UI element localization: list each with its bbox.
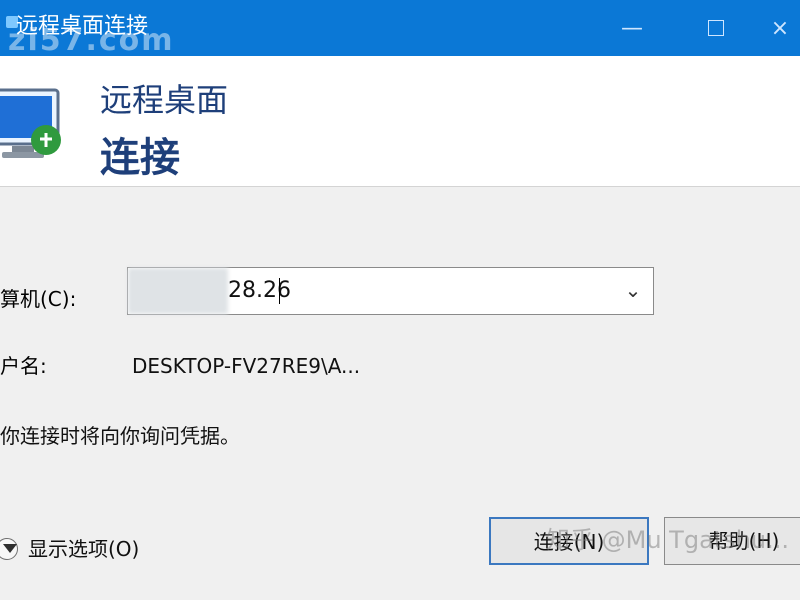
form-area: 算机(C): 28.26 ⌄ 户名: DESKTOP-FV27RE9\A... …: [0, 188, 800, 600]
username-label: 户名:: [0, 354, 47, 378]
minimize-button[interactable]: —: [590, 0, 674, 56]
text-caret: [279, 278, 280, 304]
show-options-toggle[interactable]: 显示选项(O): [0, 535, 139, 563]
maximize-icon: [708, 20, 724, 36]
close-icon: ×: [770, 15, 790, 41]
credential-note: 你连接时将向你询问凭据。: [0, 424, 240, 448]
minimize-icon: —: [621, 15, 643, 41]
monitor-icon: [0, 88, 61, 158]
expand-options-icon: [0, 538, 18, 560]
watermark-bottom: 知乎 @Mu Tgatshu...: [546, 526, 789, 554]
title-bar: 远程桌面连接 zi57.com — ×: [0, 0, 800, 58]
chevron-down-icon[interactable]: ⌄: [621, 276, 645, 304]
computer-input-value: 28.26: [228, 278, 291, 303]
header-subtitle: 连接: [100, 135, 180, 181]
maximize-button[interactable]: [674, 0, 758, 56]
header-title: 远程桌面: [100, 81, 229, 119]
username-value: DESKTOP-FV27RE9\A...: [132, 354, 361, 378]
computer-label: 算机(C):: [0, 287, 77, 311]
close-button[interactable]: ×: [760, 0, 800, 56]
watermark-top: zi57.com: [8, 23, 175, 58]
header-panel: 远程桌面 连接: [0, 56, 800, 187]
redacted-ip-area: [128, 268, 228, 314]
show-options-label: 显示选项(O): [28, 537, 140, 561]
computer-combobox[interactable]: 28.26 ⌄: [127, 267, 654, 315]
